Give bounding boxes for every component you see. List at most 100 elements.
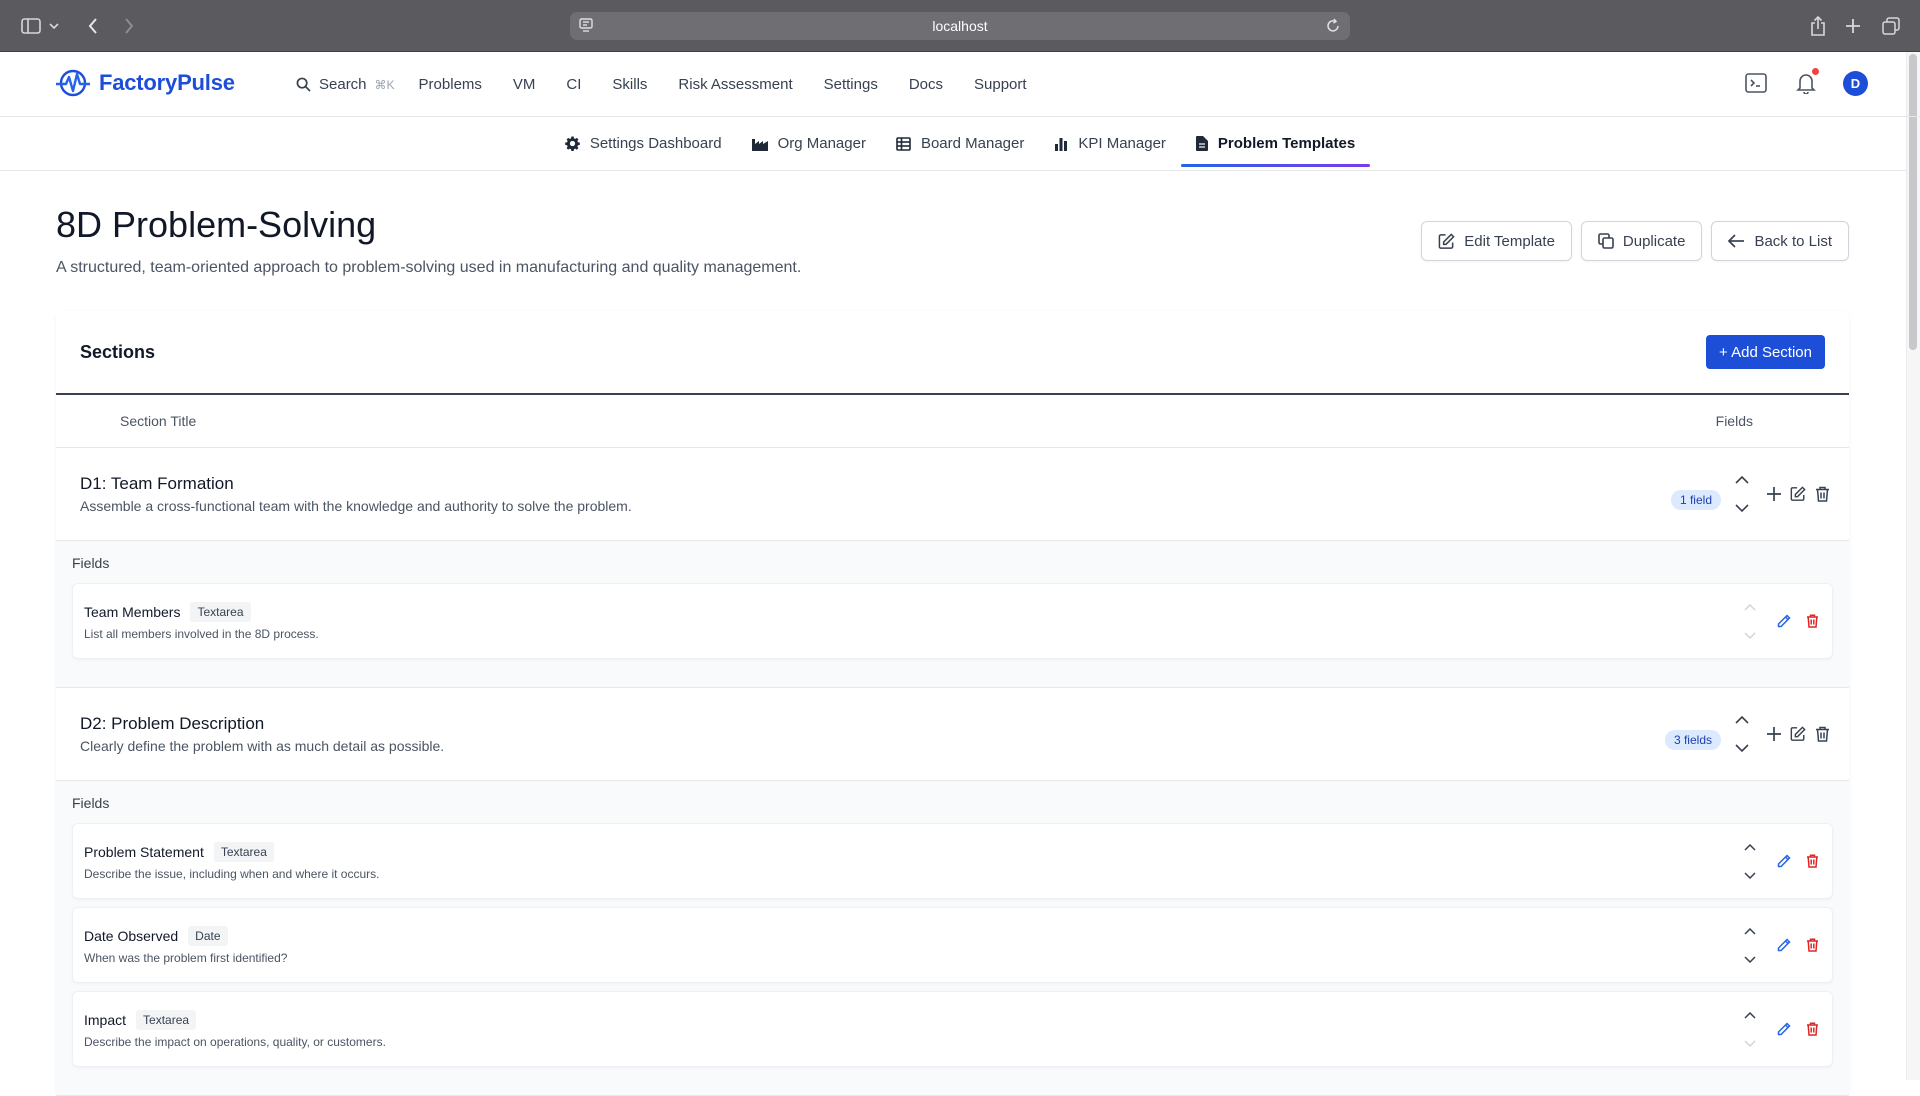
- tab-label: Problem Templates: [1217, 135, 1356, 152]
- move-up-icon[interactable]: [1741, 1006, 1759, 1024]
- share-icon[interactable]: [1806, 14, 1830, 38]
- edit-field-icon[interactable]: [1775, 1020, 1793, 1038]
- add-section-button[interactable]: + Add Section: [1706, 335, 1825, 369]
- edit-icon: [1438, 232, 1455, 249]
- tab-org-manager[interactable]: Org Manager: [737, 117, 881, 170]
- edit-field-icon[interactable]: [1775, 936, 1793, 954]
- template-actions: Edit Template Duplicate Back to List: [1421, 221, 1849, 261]
- field-name: Problem Statement: [84, 843, 204, 860]
- factory-icon: [751, 138, 768, 151]
- tab-board-manager[interactable]: Board Manager: [881, 117, 1039, 170]
- tab-kpi-manager[interactable]: KPI Manager: [1039, 117, 1181, 170]
- field-type-badge: Textarea: [213, 841, 274, 862]
- section-description: Clearly define the problem with as much …: [80, 738, 445, 754]
- chevron-down-icon[interactable]: [47, 14, 61, 38]
- fields-label: Fields: [72, 795, 110, 811]
- edit-field-icon[interactable]: [1775, 852, 1793, 870]
- back-arrow-icon[interactable]: [81, 14, 105, 38]
- fields-panel: Fields Team Members Textarea List all me…: [56, 541, 1849, 688]
- field-description: When was the problem first identified?: [84, 950, 288, 965]
- main-nav: Search ⌘K Problems VM CI Skills Risk Ass…: [296, 52, 1058, 117]
- document-icon: [1195, 136, 1208, 151]
- delete-field-icon[interactable]: [1803, 1020, 1821, 1038]
- forward-arrow-icon[interactable]: [117, 14, 141, 38]
- move-down-icon[interactable]: [1741, 1034, 1759, 1052]
- field-card[interactable]: Date Observed Date When was the problem …: [72, 907, 1833, 983]
- duplicate-button[interactable]: Duplicate: [1580, 221, 1703, 261]
- column-section-title: Section Title: [120, 413, 197, 429]
- search-button[interactable]: Search ⌘K: [296, 76, 395, 93]
- back-to-list-button[interactable]: Back to List: [1711, 221, 1849, 261]
- move-down-icon[interactable]: [1733, 739, 1751, 757]
- sections-title: Sections: [80, 341, 156, 362]
- notification-dot: [1812, 68, 1819, 75]
- url-text: localhost: [932, 18, 988, 34]
- bar-chart-icon: [1055, 137, 1068, 151]
- table-icon: [896, 136, 911, 151]
- column-fields: Fields: [1715, 413, 1753, 429]
- edit-template-label: Edit Template: [1464, 232, 1555, 250]
- move-up-icon[interactable]: [1741, 598, 1759, 616]
- field-count-badge: 3 fields: [1664, 730, 1721, 750]
- brand-logo[interactable]: FactoryPulse: [55, 68, 235, 98]
- page-settings-icon[interactable]: [578, 17, 594, 33]
- nav-docs[interactable]: Docs: [909, 76, 943, 93]
- tab-overview-icon[interactable]: [1879, 14, 1903, 38]
- field-name: Impact: [84, 1011, 127, 1028]
- edit-template-button[interactable]: Edit Template: [1421, 221, 1572, 261]
- field-type-badge: Textarea: [190, 601, 251, 622]
- delete-section-icon[interactable]: [1813, 485, 1831, 503]
- section-row[interactable]: D2: Problem Description Clearly define t…: [56, 688, 1849, 781]
- reload-icon[interactable]: [1326, 18, 1340, 33]
- delete-field-icon[interactable]: [1803, 852, 1821, 870]
- search-shortcut: ⌘K: [374, 77, 395, 92]
- app-header: FactoryPulse Search ⌘K Problems VM CI Sk…: [0, 52, 1920, 117]
- main-content: 8D Problem-Solving A structured, team-or…: [56, 171, 1849, 1096]
- delete-field-icon[interactable]: [1803, 612, 1821, 630]
- tab-problem-templates[interactable]: Problem Templates: [1180, 117, 1371, 170]
- bell-icon[interactable]: [1793, 68, 1819, 96]
- move-down-icon[interactable]: [1741, 950, 1759, 968]
- nav-vm[interactable]: VM: [513, 76, 536, 93]
- new-tab-icon[interactable]: [1841, 14, 1865, 38]
- nav-risk-assessment[interactable]: Risk Assessment: [678, 76, 792, 93]
- field-description: Describe the issue, including when and w…: [84, 866, 380, 881]
- sidebar-toggle-icon[interactable]: [19, 14, 43, 38]
- nav-ci[interactable]: CI: [566, 76, 581, 93]
- move-up-icon[interactable]: [1733, 471, 1751, 489]
- add-field-icon[interactable]: [1765, 725, 1783, 743]
- edit-field-icon[interactable]: [1775, 612, 1793, 630]
- add-field-icon[interactable]: [1765, 485, 1783, 503]
- table-header: Section Title Fields: [56, 395, 1849, 448]
- move-down-icon[interactable]: [1733, 499, 1751, 517]
- scrollbar-track[interactable]: [1906, 52, 1920, 1080]
- edit-section-icon[interactable]: [1789, 725, 1807, 743]
- edit-section-icon[interactable]: [1789, 485, 1807, 503]
- nav-support[interactable]: Support: [974, 76, 1027, 93]
- browser-toolbar: localhost: [0, 0, 1920, 52]
- field-description: Describe the impact on operations, quali…: [84, 1034, 386, 1049]
- nav-skills[interactable]: Skills: [612, 76, 647, 93]
- move-down-icon[interactable]: [1741, 626, 1759, 644]
- section-row[interactable]: D1: Team Formation Assemble a cross-func…: [56, 448, 1849, 541]
- move-down-icon[interactable]: [1741, 866, 1759, 884]
- field-card[interactable]: Team Members Textarea List all members i…: [72, 583, 1833, 659]
- nav-problems[interactable]: Problems: [419, 76, 482, 93]
- tab-label: Board Manager: [920, 135, 1025, 152]
- tab-settings-dashboard[interactable]: Settings Dashboard: [550, 117, 737, 170]
- back-to-list-label: Back to List: [1754, 232, 1832, 250]
- move-up-icon[interactable]: [1741, 922, 1759, 940]
- terminal-icon[interactable]: [1743, 70, 1769, 96]
- move-up-icon[interactable]: [1733, 711, 1751, 729]
- delete-field-icon[interactable]: [1803, 936, 1821, 954]
- field-card[interactable]: Impact Textarea Describe the impact on o…: [72, 991, 1833, 1067]
- field-name: Date Observed: [84, 927, 179, 944]
- sections-card: Sections + Add Section Section Title Fie…: [56, 311, 1849, 1096]
- avatar[interactable]: D: [1843, 70, 1868, 96]
- nav-settings[interactable]: Settings: [824, 76, 878, 93]
- move-up-icon[interactable]: [1741, 838, 1759, 856]
- delete-section-icon[interactable]: [1813, 725, 1831, 743]
- field-card[interactable]: Problem Statement Textarea Describe the …: [72, 823, 1833, 899]
- address-bar[interactable]: localhost: [570, 12, 1350, 40]
- settings-subnav: Settings Dashboard Org Manager Board Man…: [0, 117, 1920, 171]
